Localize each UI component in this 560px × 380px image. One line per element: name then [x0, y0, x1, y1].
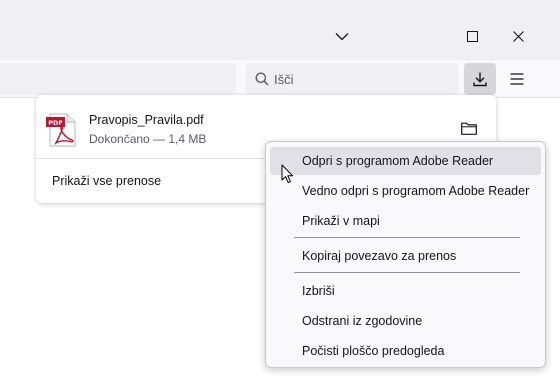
hamburger-menu-icon	[510, 73, 524, 85]
menu-separator	[294, 272, 520, 273]
navigation-toolbar	[0, 60, 560, 98]
svg-text:PDF: PDF	[48, 119, 63, 127]
menu-item-remove-from-history[interactable]: Odstrani iz zgodovine	[270, 307, 541, 335]
search-bar[interactable]	[246, 63, 458, 95]
menu-item-show-in-folder[interactable]: Prikaži v mapi	[270, 207, 541, 235]
menu-item-open-with-adobe-reader[interactable]: Odpri s programom Adobe Reader	[270, 147, 541, 175]
menu-item-copy-download-link[interactable]: Kopiraj povezavo za prenos	[270, 242, 541, 270]
search-icon	[255, 72, 269, 86]
menu-item-always-open-with-adobe-reader[interactable]: Vedno odpri s programom Adobe Reader	[270, 177, 541, 205]
title-bar	[0, 0, 560, 60]
pdf-file-icon: PDF	[46, 113, 76, 147]
show-in-folder-button[interactable]	[458, 118, 480, 138]
close-icon	[512, 30, 524, 42]
downloads-button[interactable]	[464, 63, 496, 95]
list-all-tabs-button[interactable]	[320, 14, 364, 58]
download-context-menu: Odpri s programom Adobe Reader Vedno odp…	[265, 141, 546, 368]
close-window-button[interactable]	[496, 14, 540, 58]
menu-item-delete[interactable]: Izbriši	[270, 277, 541, 305]
menu-separator	[294, 237, 520, 238]
download-status: Dokončano — 1,4 MB	[89, 132, 207, 146]
maximize-icon	[466, 30, 478, 42]
menu-item-clear-preview-panel[interactable]: Počisti ploščo predogleda	[270, 337, 541, 365]
chevron-down-icon	[335, 32, 349, 40]
download-icon	[473, 72, 487, 87]
url-bar[interactable]	[0, 63, 236, 95]
maximize-button[interactable]	[450, 14, 494, 58]
download-file-name: Pravopis_Pravila.pdf	[89, 113, 204, 127]
mouse-cursor-icon	[281, 164, 294, 184]
folder-icon	[461, 122, 477, 135]
search-input[interactable]	[274, 71, 444, 87]
application-menu-button[interactable]	[501, 63, 533, 95]
show-all-downloads-link[interactable]: Prikaži vse prenose	[52, 174, 161, 188]
